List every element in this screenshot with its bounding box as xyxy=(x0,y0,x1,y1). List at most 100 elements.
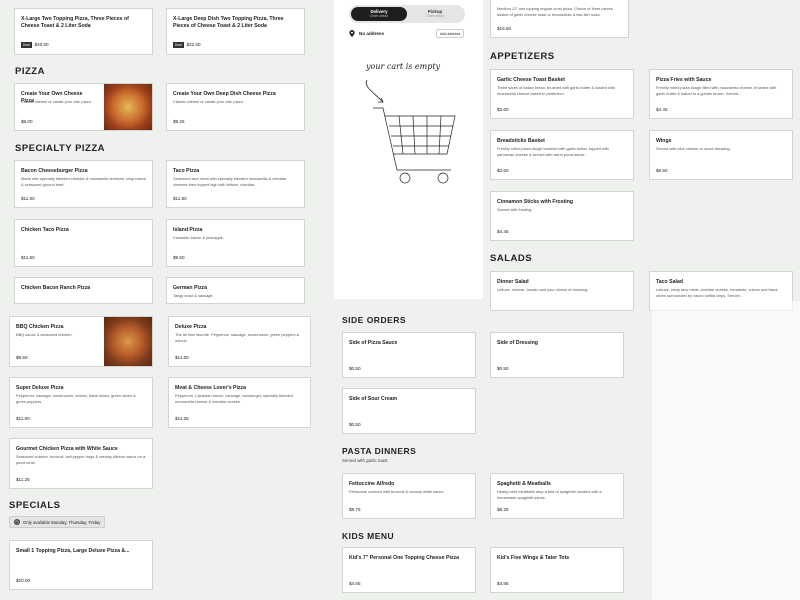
section-heading-salads: Salads xyxy=(490,253,533,264)
menu-item-garlic-cheese-toast[interactable]: Garlic Cheese Toast Basket Three slices … xyxy=(490,69,634,119)
menu-item-chicken-taco-pizza[interactable]: Chicken Taco Pizza $11.50 xyxy=(14,219,153,267)
item-price: $11.00 xyxy=(16,416,30,421)
menu-item-small-1-topping-deal[interactable]: Small 1 Topping Pizza, Large Deluxe Pizz… xyxy=(9,540,153,590)
menu-item-super-deluxe-pizza[interactable]: Super Deluxe Pizza Pepperoni, sausage, m… xyxy=(9,377,153,428)
item-description: Fettuccine covered with broccoli & cream… xyxy=(349,489,445,494)
item-price: Deal $20.00 xyxy=(21,42,49,48)
empty-cart-message: your cart is empty xyxy=(366,62,441,71)
section-heading-specials: Specials xyxy=(9,500,61,511)
item-description: Made with specially blended cheddar & mo… xyxy=(21,176,146,188)
menu-item-bbq-chicken-pizza[interactable]: BBQ Chicken Pizza BBQ sauce & seasoned c… xyxy=(9,316,153,367)
item-price: $11.00 xyxy=(21,196,35,201)
item-description: Lettuce, cheese, tomato and your choice … xyxy=(497,287,589,292)
menu-item-dinner-salad[interactable]: Dinner Salad Lettuce, cheese, tomato and… xyxy=(490,271,634,311)
add-address-button[interactable]: Add address xyxy=(436,29,465,38)
menu-item-xl-deep-dish-combo[interactable]: X-Large Deep Dish Two Topping Pizza, Thr… xyxy=(166,8,305,55)
availability-notice: ◷ Only available Monday, Thursday, Frida… xyxy=(9,516,106,528)
menu-item-create-cheese-pizza[interactable]: Create Your Own Cheese Pizza Classic che… xyxy=(14,83,153,131)
item-description: Seasoned taco meat with specially blende… xyxy=(173,176,287,188)
item-title: Bacon Cheeseburger Pizza xyxy=(21,168,88,174)
item-title: Island Pizza xyxy=(173,227,203,233)
menu-item-island-pizza[interactable]: Island Pizza Canadian bacon & pineapple.… xyxy=(166,219,305,267)
item-price: $11.25 xyxy=(175,416,189,421)
address-display: No address xyxy=(349,30,384,37)
menu-item-chicken-bacon-ranch-pizza[interactable]: Chicken Bacon Ranch Pizza xyxy=(14,277,153,304)
menu-item-wings[interactable]: Wings Served with blue cheese or ranch d… xyxy=(649,130,793,180)
menu-item-kids-wings-tots[interactable]: Kid's Five Wings & Tater Tots $4.85 xyxy=(490,547,624,593)
menu-item-german-pizza[interactable]: German Pizza Tangy kraut & sausage. xyxy=(166,277,305,304)
item-price: $9.25 xyxy=(173,119,185,124)
menu-item-side-sour-cream[interactable]: Side of Sour Cream $0.50 xyxy=(342,388,476,434)
menu-item-taco-pizza[interactable]: Taco Pizza Seasoned taco meat with speci… xyxy=(166,160,305,208)
deal-badge: Deal xyxy=(21,42,32,48)
item-title: Wings xyxy=(656,138,672,144)
item-price: $8.00 xyxy=(21,119,33,124)
item-description: Canadian bacon & pineapple. xyxy=(173,235,225,240)
menu-item-spaghetti-meatballs[interactable]: Spaghetti & Meatballs Hearty beef meatba… xyxy=(490,473,624,519)
item-price: $8.25 xyxy=(497,507,509,512)
order-type-toggle[interactable]: Delivery Order ahead Pickup Order ahead xyxy=(349,5,465,23)
menu-item-bacon-cheeseburger-pizza[interactable]: Bacon Cheeseburger Pizza Made with speci… xyxy=(14,160,153,208)
item-title: Chicken Taco Pizza xyxy=(21,227,69,233)
item-price: $11.00 xyxy=(175,355,189,360)
item-description: Medium 12" one topping regular crust piz… xyxy=(497,6,613,18)
delivery-option[interactable]: Delivery Order ahead xyxy=(351,7,407,21)
menu-item-meat-cheese-lovers-pizza[interactable]: Meat & Cheese Lover's Pizza Pepperoni, C… xyxy=(168,377,311,428)
item-description: Pepperoni, sausage, mushrooms, onions, b… xyxy=(16,393,136,405)
item-price: $4.85 xyxy=(497,581,509,586)
item-description: Seasoned chicken, broccoli, bell pepper … xyxy=(16,454,146,466)
section-heading-pasta-dinners: Pasta Dinners xyxy=(342,446,417,456)
menu-item-pizza-fries[interactable]: Pizza Fries with Sauce Freshly rolled pi… xyxy=(649,69,793,119)
item-title: Create Your Own Deep Dish Cheese Pizza xyxy=(173,91,276,97)
item-price: $3.60 xyxy=(497,107,509,112)
menu-item-xl-two-topping-combo[interactable]: X-Large Two Topping Pizza, Three Pieces … xyxy=(14,8,153,55)
item-price: $0.50 xyxy=(497,366,509,371)
deal-badge: Deal xyxy=(173,42,184,48)
item-description: Served with frosting. xyxy=(497,207,533,212)
item-title: Meat & Cheese Lover's Pizza xyxy=(175,385,247,391)
loading-overlay xyxy=(652,301,800,600)
item-description: Lettuce, zesty taco meat, cheddar cheese… xyxy=(656,287,778,299)
item-description: BBQ sauce & seasoned chicken. xyxy=(16,332,73,337)
section-heading-appetizers: Appetizers xyxy=(490,51,555,62)
item-price: $0.50 xyxy=(349,422,361,427)
item-price: Deal $22.00 xyxy=(173,42,201,48)
item-title: X-Large Deep Dish Two Topping Pizza, Thr… xyxy=(173,16,284,30)
menu-item-create-deep-dish-pizza[interactable]: Create Your Own Deep Dish Cheese Pizza C… xyxy=(166,83,305,131)
item-title: BBQ Chicken Pizza xyxy=(16,324,64,330)
location-pin-icon xyxy=(349,30,355,37)
item-description: Served with blue cheese or ranch dressin… xyxy=(656,146,731,151)
clock-icon: ◷ xyxy=(14,519,20,525)
bbq-pizza-photo xyxy=(104,317,152,366)
item-title: Garlic Cheese Toast Basket xyxy=(497,77,565,83)
pasta-subtitle: Served with garlic toast. xyxy=(342,458,389,463)
item-title: Kid's Five Wings & Tater Tots xyxy=(497,555,570,561)
item-description: Freshly rolled pizza dough filled with m… xyxy=(656,85,777,97)
menu-item-fettuccine-alfredo[interactable]: Fettuccine Alfredo Fettuccine covered wi… xyxy=(342,473,476,519)
item-price: $20.00 xyxy=(16,578,31,583)
item-title: Side of Pizza Sauce xyxy=(349,340,398,346)
pickup-option[interactable]: Pickup Order ahead xyxy=(407,7,463,21)
menu-item-cinnamon-sticks[interactable]: Cinnamon Sticks with Frosting Served wit… xyxy=(490,191,634,241)
item-price: $11.50 xyxy=(173,196,187,201)
item-price: $4.45 xyxy=(497,229,509,234)
item-price: $9.50 xyxy=(173,255,185,260)
menu-item-gourmet-chicken-pizza[interactable]: Gourmet Chicken Pizza with White Sauce S… xyxy=(9,438,153,489)
item-title: Gourmet Chicken Pizza with White Sauce xyxy=(16,446,118,452)
item-price: $9.50 xyxy=(16,355,28,360)
menu-item-medium-pizza-deal[interactable]: Medium 12" one topping regular crust piz… xyxy=(490,0,629,38)
item-description: The all time favorite. Pepperoni, sausag… xyxy=(175,332,300,344)
item-title: Chicken Bacon Ranch Pizza xyxy=(21,285,91,291)
menu-item-side-dressing[interactable]: Side of Dressing $0.50 xyxy=(490,332,624,378)
menu-item-side-pizza-sauce[interactable]: Side of Pizza Sauce $0.50 xyxy=(342,332,476,378)
item-title: Super Deluxe Pizza xyxy=(16,385,64,391)
item-price: $3.60 xyxy=(497,168,509,173)
item-description: Three slices of Italian bread, brushed w… xyxy=(497,85,615,97)
item-title: Fettuccine Alfredo xyxy=(349,481,395,487)
item-description: Classic cheese or create your own pizza. xyxy=(21,99,92,104)
menu-item-kids-personal-pizza[interactable]: Kid's 7" Personal One Topping Cheese Piz… xyxy=(342,547,476,593)
menu-item-deluxe-pizza[interactable]: Deluxe Pizza The all time favorite. Pepp… xyxy=(168,316,311,367)
item-price: $6.50 xyxy=(656,168,668,173)
section-heading-side-orders: Side Orders xyxy=(342,315,407,325)
menu-item-breadsticks-basket[interactable]: Breadsticks Basket Freshly rolled pizza … xyxy=(490,130,634,180)
